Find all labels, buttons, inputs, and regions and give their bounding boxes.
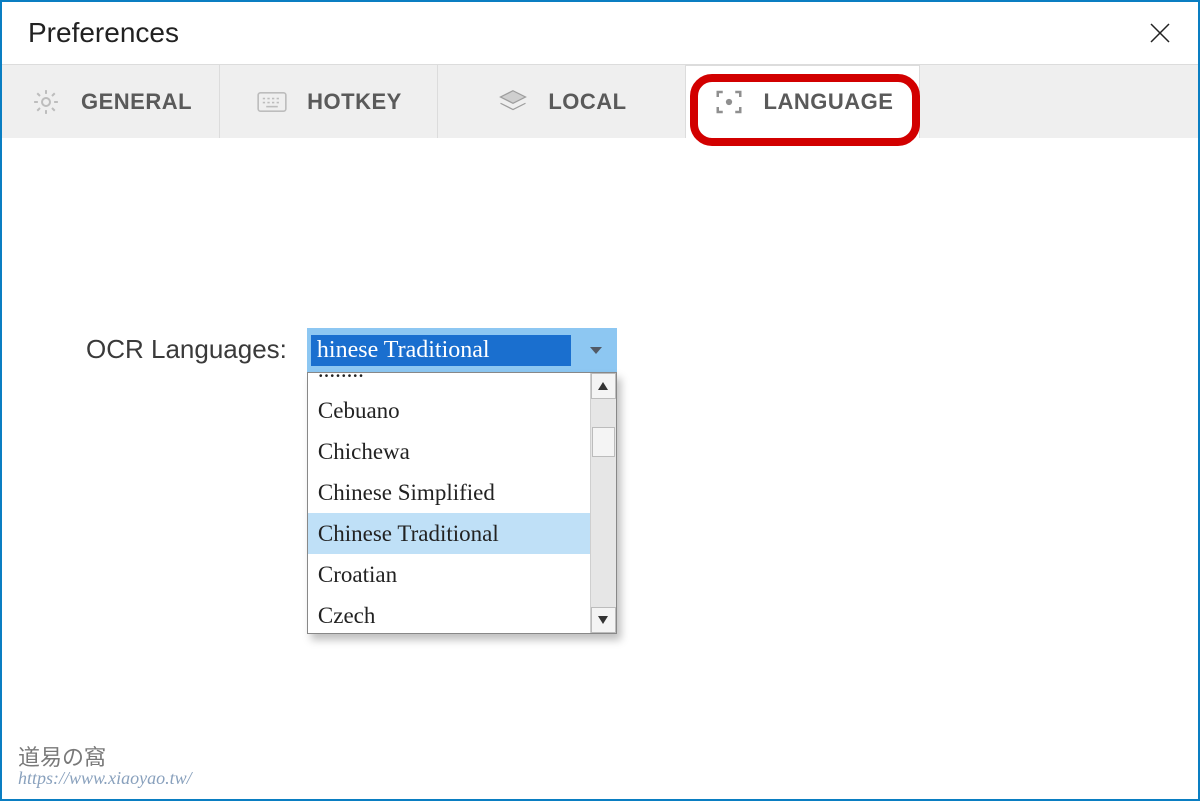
tab-language[interactable]: LANGUAGE xyxy=(686,65,920,138)
combobox-arrow-button[interactable] xyxy=(575,328,617,372)
tabs: GENERAL HOTKEY LOCAL xyxy=(2,64,1198,138)
dropdown-option-highlighted[interactable]: Chinese Traditional xyxy=(308,513,590,554)
tab-general[interactable]: GENERAL xyxy=(2,65,220,138)
tab-label: GENERAL xyxy=(81,89,192,115)
layers-icon xyxy=(496,85,530,119)
scrollbar-thumb[interactable] xyxy=(592,427,615,457)
dropdown-option[interactable]: Chichewa xyxy=(308,431,590,472)
close-icon xyxy=(1148,21,1172,45)
watermark-url: https://www.xiaoyao.tw/ xyxy=(18,768,192,788)
gear-icon xyxy=(29,85,63,119)
ocr-languages-label: OCR Languages: xyxy=(86,328,287,365)
chevron-down-icon xyxy=(588,344,604,356)
chevron-down-icon xyxy=(597,615,609,625)
chevron-up-icon xyxy=(597,381,609,391)
close-button[interactable] xyxy=(1144,17,1176,49)
ocr-languages-dropdown[interactable]: ........ Cebuano Chichewa Chinese Simpli… xyxy=(307,372,617,634)
tab-label: HOTKEY xyxy=(307,89,402,115)
dropdown-option-partial[interactable]: ........ xyxy=(308,373,590,390)
window-title: Preferences xyxy=(28,17,179,49)
scrollbar-track[interactable] xyxy=(591,399,616,607)
ocr-languages-row: OCR Languages: hinese Traditional ......… xyxy=(86,328,617,372)
ocr-languages-combo-wrap: hinese Traditional ........ Cebuano Chic… xyxy=(307,328,617,372)
dropdown-list: ........ Cebuano Chichewa Chinese Simpli… xyxy=(308,373,590,633)
tab-label: LANGUAGE xyxy=(764,89,894,115)
dropdown-option[interactable]: Croatian xyxy=(308,554,590,595)
ocr-languages-combobox[interactable]: hinese Traditional xyxy=(307,328,617,372)
dropdown-scrollbar xyxy=(590,373,616,633)
keyboard-icon xyxy=(255,85,289,119)
dropdown-option[interactable]: Cebuano xyxy=(308,390,590,431)
preferences-window: Preferences GENERAL xyxy=(0,0,1200,801)
tab-spacer xyxy=(920,65,1198,138)
dropdown-option[interactable]: Czech xyxy=(308,595,590,633)
dropdown-option[interactable]: Chinese Simplified xyxy=(308,472,590,513)
scroll-up-button[interactable] xyxy=(591,373,616,399)
ocr-languages-selected: hinese Traditional xyxy=(311,335,571,366)
tab-content-language: OCR Languages: hinese Traditional ......… xyxy=(2,140,1198,799)
watermark: 道易の窩 https://www.xiaoyao.tw/ xyxy=(18,740,192,789)
tab-label: LOCAL xyxy=(548,89,626,115)
tab-hotkey[interactable]: HOTKEY xyxy=(220,65,438,138)
scroll-down-button[interactable] xyxy=(591,607,616,633)
titlebar: Preferences xyxy=(2,2,1198,64)
scan-icon xyxy=(712,85,746,119)
tab-local[interactable]: LOCAL xyxy=(438,65,686,138)
